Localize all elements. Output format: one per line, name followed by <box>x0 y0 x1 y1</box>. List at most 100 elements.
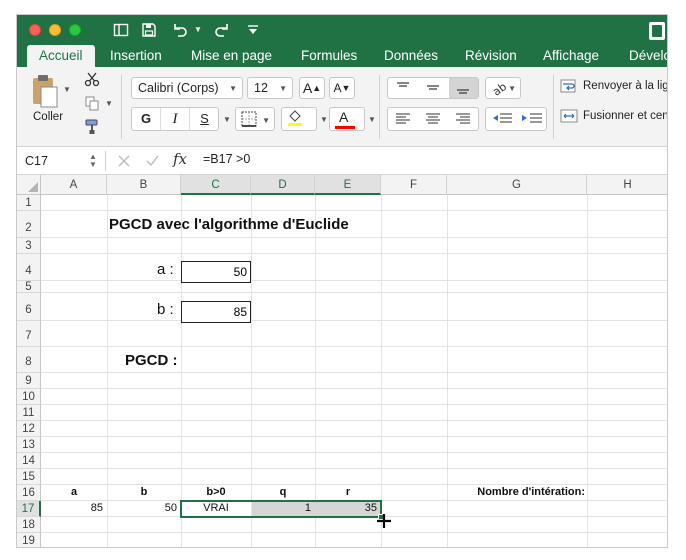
column-header-d[interactable]: D <box>251 175 315 195</box>
select-all-corner[interactable] <box>17 175 41 195</box>
tab-mise-en-page[interactable]: Mise en page <box>191 45 272 67</box>
crosshair-cursor-icon <box>377 514 391 528</box>
formula-input[interactable]: =B17 >0 <box>203 152 250 166</box>
column-header-e[interactable]: E <box>315 175 381 195</box>
column-header-b[interactable]: B <box>107 175 181 195</box>
orientation-button[interactable]: ab ▼ <box>485 77 521 99</box>
font-name-select[interactable]: Calibri (Corps) ▼ <box>131 77 243 99</box>
merge-center-button[interactable]: Fusionner et centre <box>583 110 667 122</box>
underline-dropdown-icon[interactable]: ▼ <box>223 115 231 124</box>
header-q: q <box>279 486 287 498</box>
tab-formules[interactable]: Formules <box>301 45 357 67</box>
row-header-13[interactable]: 13 <box>17 437 41 453</box>
row-header-16[interactable]: 16 <box>17 485 41 501</box>
copy-dropdown-icon[interactable]: ▼ <box>105 99 113 108</box>
underline-button[interactable]: S <box>190 108 219 130</box>
column-header-h[interactable]: H <box>587 175 667 195</box>
font-color-dropdown-icon[interactable]: ▼ <box>368 115 376 124</box>
row-header-6[interactable]: 6 <box>17 293 41 321</box>
ribbon-separator <box>553 75 554 139</box>
confirm-formula-icon[interactable] <box>145 154 159 168</box>
name-box[interactable]: C17 <box>25 153 89 170</box>
bold-button[interactable]: G <box>132 108 161 130</box>
row-header-7[interactable]: 7 <box>17 321 41 347</box>
maximize-window-button[interactable] <box>69 24 81 36</box>
fill-bucket-icon <box>288 110 302 126</box>
italic-button[interactable]: I <box>161 108 190 130</box>
cancel-formula-icon[interactable] <box>117 154 131 168</box>
row-header-17[interactable]: 17 <box>17 501 41 517</box>
paste-dropdown-icon[interactable]: ▼ <box>63 85 71 94</box>
merge-center-icon[interactable] <box>559 109 579 125</box>
column-header-f[interactable]: F <box>381 175 447 195</box>
format-painter-icon[interactable] <box>83 119 101 137</box>
paste-label: Coller <box>33 111 64 123</box>
shrink-font-button[interactable]: A▼ <box>329 77 355 99</box>
minimize-window-button[interactable] <box>49 24 61 36</box>
row17-a-cell[interactable]: 85 <box>41 502 107 514</box>
tab-accueil[interactable]: Accueil <box>27 45 95 67</box>
row-header-12[interactable]: 12 <box>17 421 41 437</box>
column-header-g[interactable]: G <box>447 175 587 195</box>
input-b-cell[interactable]: 85 <box>181 301 251 323</box>
align-middle-icon <box>427 85 439 90</box>
align-left-icon <box>396 113 410 124</box>
row-header-4[interactable]: 4 <box>17 254 41 281</box>
gridline <box>41 388 667 389</box>
row-header-18[interactable]: 18 <box>17 517 41 533</box>
row-header-5[interactable]: 5 <box>17 281 41 293</box>
save-icon[interactable] <box>141 20 159 40</box>
column-header-c[interactable]: C <box>181 175 251 195</box>
wrap-text-button[interactable]: Renvoyer à la ligne <box>583 80 667 92</box>
row-header-8[interactable]: 8 <box>17 347 41 373</box>
fill-color-button[interactable] <box>281 107 317 131</box>
customize-toolbar-icon[interactable] <box>247 20 261 40</box>
gridline <box>41 292 667 293</box>
close-window-button[interactable] <box>29 24 41 36</box>
redo-icon[interactable] <box>213 20 233 40</box>
row-header-10[interactable]: 10 <box>17 389 41 405</box>
cut-icon[interactable] <box>83 71 101 89</box>
column-header-a[interactable]: A <box>41 175 107 195</box>
tab-insertion[interactable]: Insertion <box>110 45 162 67</box>
insert-function-icon[interactable]: fx <box>173 150 187 168</box>
align-top-icon <box>397 82 409 87</box>
gridline <box>41 237 667 238</box>
chevron-down-icon: ▼ <box>229 84 237 93</box>
row-header-3[interactable]: 3 <box>17 238 41 254</box>
fill-color-dropdown-icon[interactable]: ▼ <box>320 115 328 124</box>
tab-developpeur[interactable]: Dévelo <box>629 45 667 67</box>
grow-font-button[interactable]: A▲ <box>299 77 325 99</box>
row17-b-cell[interactable]: 50 <box>107 502 181 514</box>
selection-outline <box>180 500 382 518</box>
borders-button[interactable]: ▼ <box>235 107 275 131</box>
copy-icon[interactable] <box>83 95 101 113</box>
font-size-select[interactable]: 12 ▼ <box>247 77 293 99</box>
undo-icon[interactable] <box>171 20 191 40</box>
font-name-value: Calibri (Corps) <box>138 81 219 95</box>
row-header-1[interactable]: 1 <box>17 195 41 211</box>
gridline <box>41 320 667 321</box>
row-header-19[interactable]: 19 <box>17 533 41 547</box>
tab-revision[interactable]: Révision <box>465 45 517 67</box>
formula-bar: C17 ▲ ▼ fx =B17 >0 <box>17 147 667 175</box>
row-header-2[interactable]: 2 <box>17 211 41 238</box>
undo-dropdown-icon[interactable]: ▼ <box>193 20 203 40</box>
header-iterations: Nombre d'intération: <box>477 486 585 498</box>
ribbon: ▼ Coller ▼ Calibri (Corps) ▼ 12 ▼ A▲ A▼ <box>17 67 667 147</box>
row-header-14[interactable]: 14 <box>17 453 41 469</box>
row-header-9[interactable]: 9 <box>17 373 41 389</box>
name-box-stepper-icon[interactable]: ▲ ▼ <box>89 153 97 169</box>
row-header-11[interactable]: 11 <box>17 405 41 421</box>
title-bar: ▼ <box>17 15 667 45</box>
row-header-15[interactable]: 15 <box>17 469 41 485</box>
wrap-text-icon[interactable] <box>559 79 579 95</box>
input-a-cell[interactable]: 50 <box>181 261 251 283</box>
gridline <box>41 420 667 421</box>
tab-donnees[interactable]: Données <box>384 45 438 67</box>
spreadsheet-grid[interactable]: A B C D E F G H 1 2 3 4 5 6 7 8 9 10 11 … <box>17 175 667 547</box>
sidebar-icon[interactable] <box>113 20 131 40</box>
paste-button[interactable] <box>29 73 59 109</box>
tab-affichage[interactable]: Affichage <box>543 45 599 67</box>
font-color-button[interactable]: A <box>329 107 365 131</box>
